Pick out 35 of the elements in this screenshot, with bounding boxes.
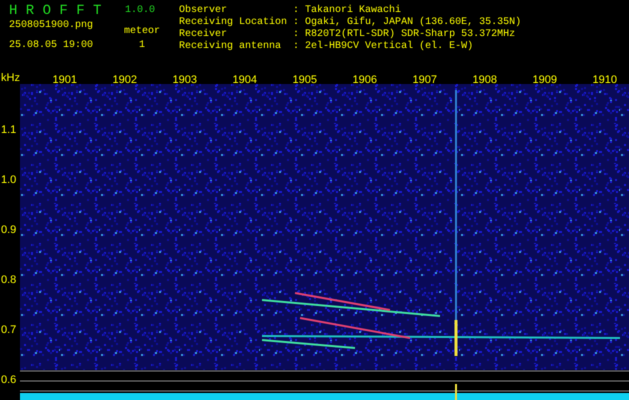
info-separator: : bbox=[293, 17, 300, 29]
info-separator: : bbox=[293, 5, 300, 17]
axis-label: 0.9 bbox=[1, 224, 16, 236]
info-value: R820T2(RTL-SDR) SDR-Sharp 53.372MHz bbox=[305, 29, 516, 40]
axis-label: 0.8 bbox=[1, 274, 16, 286]
app-title: H R O F F T bbox=[9, 3, 102, 19]
axis-label: 1.0 bbox=[1, 174, 16, 186]
axis-label: 0.6 bbox=[1, 374, 16, 386]
axis-label: 1906 bbox=[352, 74, 377, 86]
datetime-label: 25.08.05 19:00 bbox=[9, 40, 94, 52]
axis-label: 1.1 bbox=[1, 124, 16, 136]
info-value: 2el-HB9CV Vertical (el. E-W) bbox=[305, 41, 474, 53]
info-value: Ogaki, Gifu, JAPAN (136.60E, 35.35N) bbox=[305, 17, 522, 28]
version-label: 1.0.0 bbox=[125, 5, 156, 17]
axis-label: 1902 bbox=[112, 74, 137, 86]
axis-label: 1909 bbox=[532, 74, 557, 86]
info-label: Observer bbox=[179, 5, 228, 16]
axis-label: 1903 bbox=[172, 74, 197, 86]
info-label: Receiving antenna bbox=[179, 41, 282, 53]
axis-label: 1907 bbox=[412, 74, 437, 86]
meteor-label: meteor bbox=[124, 26, 160, 38]
axis-unit-label: kHz bbox=[1, 72, 20, 84]
filename-label: 2508051900.png bbox=[9, 20, 94, 32]
info-separator: : bbox=[293, 41, 300, 53]
meteor-count: 1 bbox=[139, 40, 146, 52]
axis-label: 1910 bbox=[592, 74, 617, 86]
axis-label: 0.7 bbox=[1, 324, 16, 336]
info-separator: : bbox=[293, 29, 300, 41]
info-value: Takanori Kawachi bbox=[305, 5, 402, 16]
info-label: Receiving Location bbox=[179, 17, 288, 28]
axis-label: 1904 bbox=[232, 74, 257, 86]
axis-label: 1901 bbox=[52, 74, 77, 86]
axis-label: 1905 bbox=[292, 74, 317, 86]
info-label: Receiver bbox=[179, 29, 228, 40]
axis-label: 1908 bbox=[472, 74, 497, 86]
